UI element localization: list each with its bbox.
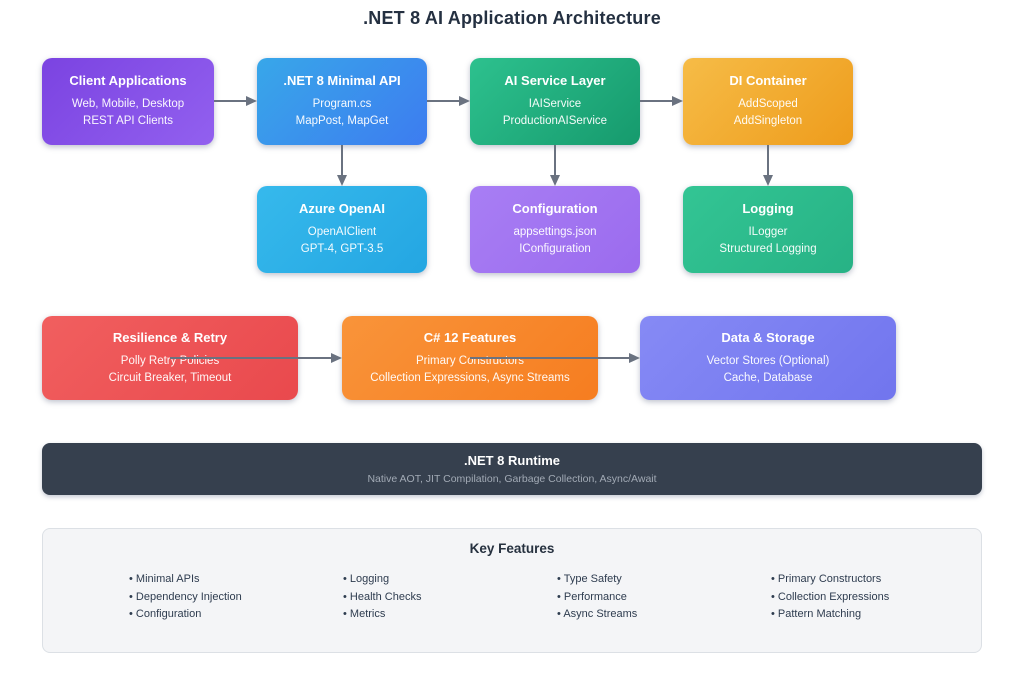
arrow-line [554,145,556,175]
node-title: C# 12 Features [424,330,517,345]
feature-column: Type Safety Performance Async Streams [557,571,771,624]
node-subline: ILogger [748,224,787,241]
node-title: DI Container [729,73,806,88]
feature-item: Collection Expressions [771,589,985,607]
arrow-down-icon [549,145,561,186]
node-subline: REST API Clients [83,113,173,130]
node-azure-openai: Azure OpenAI OpenAIClient GPT-4, GPT-3.5 [257,186,427,273]
feature-item: Logging [343,571,557,589]
arrow-down-icon [336,145,348,186]
arrow-down-icon [762,145,774,186]
runtime-subtitle: Native AOT, JIT Compilation, Garbage Col… [367,473,656,485]
arrow-right-icon [470,352,640,364]
key-features-title: Key Features [43,541,981,556]
node-subline: Structured Logging [719,241,816,258]
feature-item: Async Streams [557,606,771,624]
feature-item: Metrics [343,606,557,624]
node-subline: Circuit Breaker, Timeout [109,370,232,387]
feature-item: Dependency Injection [129,589,343,607]
node-subline: ProductionAIService [503,113,607,130]
feature-item: Primary Constructors [771,571,985,589]
node-title: AI Service Layer [504,73,605,88]
node-client-applications: Client Applications Web, Mobile, Desktop… [42,58,214,145]
arrow-line [640,100,672,102]
arrow-line [341,145,343,175]
page-title: .NET 8 AI Application Architecture [0,8,1024,29]
node-subline: Vector Stores (Optional) [707,353,830,370]
feature-item: Type Safety [557,571,771,589]
node-subline: Web, Mobile, Desktop [72,96,184,113]
arrow-head [331,353,342,363]
node-logging: Logging ILogger Structured Logging [683,186,853,273]
key-features-panel: Key Features Minimal APIs Dependency Inj… [42,528,982,653]
arrow-right-icon [214,95,257,107]
feature-item: Health Checks [343,589,557,607]
node-title: .NET 8 Minimal API [283,73,400,88]
node-title: Resilience & Retry [113,330,227,345]
node-subline: IAIService [529,96,581,113]
runtime-bar: .NET 8 Runtime Native AOT, JIT Compilati… [42,443,982,495]
node-ai-service-layer: AI Service Layer IAIService ProductionAI… [470,58,640,145]
node-title: Azure OpenAI [299,201,385,216]
feature-item: Performance [557,589,771,607]
node-subline: IConfiguration [519,241,591,258]
arrow-line [170,357,331,359]
arrow-head [763,175,773,186]
arrow-head [246,96,257,106]
node-title: Configuration [512,201,597,216]
arrow-head [337,175,347,186]
arrow-line [470,357,629,359]
feature-item: Minimal APIs [129,571,343,589]
key-features-grid: Minimal APIs Dependency Injection Config… [129,571,985,624]
arrow-line [767,145,769,175]
arrow-line [214,100,246,102]
feature-column: Primary Constructors Collection Expressi… [771,571,985,624]
node-subline: AddScoped [738,96,797,113]
node-title: Logging [742,201,793,216]
arrow-head [672,96,683,106]
node-di-container: DI Container AddScoped AddSingleton [683,58,853,145]
node-subline: Collection Expressions, Async Streams [370,370,569,387]
node-subline: Cache, Database [724,370,813,387]
node-title: Data & Storage [721,330,814,345]
arrow-line [427,100,459,102]
node-minimal-api: .NET 8 Minimal API Program.cs MapPost, M… [257,58,427,145]
node-subline: GPT-4, GPT-3.5 [301,241,383,258]
feature-item: Pattern Matching [771,606,985,624]
runtime-title: .NET 8 Runtime [464,453,560,468]
node-subline: appsettings.json [513,224,596,241]
node-data-storage: Data & Storage Vector Stores (Optional) … [640,316,896,400]
arrow-head [629,353,640,363]
arrow-right-icon [427,95,470,107]
node-subline: MapPost, MapGet [296,113,389,130]
node-subline: OpenAIClient [308,224,376,241]
node-subline: AddSingleton [734,113,802,130]
arrow-head [459,96,470,106]
node-title: Client Applications [69,73,186,88]
feature-item: Configuration [129,606,343,624]
node-subline: Program.cs [313,96,372,113]
arrow-head [550,175,560,186]
node-configuration: Configuration appsettings.json IConfigur… [470,186,640,273]
diagram-canvas: .NET 8 AI Application Architecture Clien… [0,0,1024,683]
feature-column: Logging Health Checks Metrics [343,571,557,624]
arrow-right-icon [640,95,683,107]
arrow-right-icon [170,352,342,364]
feature-column: Minimal APIs Dependency Injection Config… [129,571,343,624]
